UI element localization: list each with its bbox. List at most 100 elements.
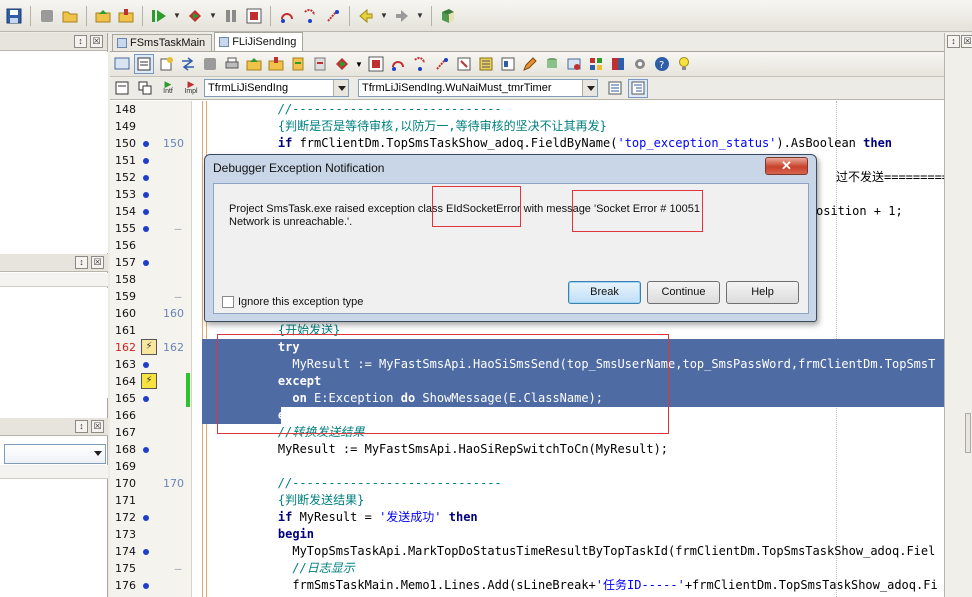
pin-icon[interactable]: ↕ bbox=[74, 35, 87, 48]
break-button[interactable]: Break bbox=[568, 281, 641, 304]
save-icon[interactable] bbox=[4, 6, 24, 26]
component-icon[interactable] bbox=[476, 54, 496, 74]
run-to-cursor-small-icon[interactable] bbox=[432, 54, 452, 74]
stop-small-icon[interactable] bbox=[366, 54, 386, 74]
back-icon[interactable] bbox=[356, 6, 376, 26]
pin-icon[interactable]: ↕ bbox=[75, 420, 88, 433]
chevron-down-icon[interactable] bbox=[582, 80, 597, 96]
stop-icon[interactable] bbox=[244, 6, 264, 26]
chevron-down-icon[interactable] bbox=[333, 80, 348, 96]
tree-view-icon[interactable] bbox=[628, 78, 648, 98]
open-folder-icon[interactable] bbox=[60, 6, 80, 26]
close-button[interactable]: ✕ bbox=[765, 157, 808, 175]
code-line[interactable]: 173 begin bbox=[110, 526, 944, 543]
code-line[interactable]: 175 – //日志显示 bbox=[110, 560, 944, 577]
tab-flijisending[interactable]: FLiJiSendIng bbox=[214, 32, 304, 51]
open-file-icon[interactable] bbox=[244, 54, 264, 74]
gear-icon[interactable] bbox=[630, 54, 650, 74]
executable-line-dot-icon[interactable] bbox=[143, 209, 149, 215]
view-form-icon[interactable] bbox=[112, 54, 132, 74]
toggle-form-unit-icon[interactable] bbox=[178, 54, 198, 74]
pause-icon[interactable] bbox=[221, 6, 241, 26]
executable-line-dot-icon[interactable] bbox=[143, 260, 149, 266]
db-icon[interactable] bbox=[542, 54, 562, 74]
interface-button[interactable]: ▶ Intf bbox=[158, 79, 178, 98]
close-panel-icon[interactable]: ☒ bbox=[961, 35, 972, 48]
continue-button[interactable]: Continue bbox=[647, 281, 720, 304]
code-line[interactable]: 172 if MyResult = '发送成功' then bbox=[110, 509, 944, 526]
run-dropdown-icon[interactable]: ▼ bbox=[172, 11, 182, 20]
code-line[interactable]: 149 {判断是否是等待审核,以防万一,等待审核的坚决不让其再发} bbox=[110, 118, 944, 135]
class-select[interactable]: TfrmLiJiSendIng bbox=[204, 79, 349, 97]
build-dropdown-icon[interactable]: ▼ bbox=[208, 11, 218, 20]
toggle-view-icon[interactable] bbox=[135, 79, 155, 98]
inspector-view[interactable] bbox=[0, 288, 108, 398]
forward-dropdown-icon[interactable]: ▼ bbox=[415, 11, 425, 20]
method-select[interactable]: TfrmLiJiSendIng.WuNaiMust_tmrTimer bbox=[358, 79, 598, 97]
executable-line-dot-icon[interactable] bbox=[143, 583, 149, 589]
run-small-icon[interactable] bbox=[332, 54, 352, 74]
code-line[interactable]: 150 150 if frmClientDm.TopSmsTaskShow_ado… bbox=[110, 135, 944, 152]
align-icon[interactable] bbox=[498, 54, 518, 74]
executable-line-dot-icon[interactable] bbox=[143, 141, 149, 147]
executable-line-dot-icon[interactable] bbox=[143, 192, 149, 198]
help-button[interactable]: Help bbox=[726, 281, 799, 304]
open-unit-icon[interactable] bbox=[266, 54, 286, 74]
edit-icon[interactable] bbox=[520, 54, 540, 74]
back-dropdown-icon[interactable]: ▼ bbox=[379, 11, 389, 20]
open-project-icon[interactable] bbox=[93, 6, 113, 26]
new-unit-icon[interactable] bbox=[156, 54, 176, 74]
executable-line-dot-icon[interactable] bbox=[143, 226, 149, 232]
remove-from-project-icon[interactable] bbox=[310, 54, 330, 74]
code-line[interactable]: 169 bbox=[110, 458, 944, 475]
step-over-small-icon[interactable] bbox=[388, 54, 408, 74]
save-all-icon[interactable] bbox=[37, 6, 57, 26]
code-line[interactable]: 171 {判断发送结果} bbox=[110, 492, 944, 509]
executable-line-dot-icon[interactable] bbox=[143, 515, 149, 521]
pin-icon[interactable]: ↕ bbox=[75, 256, 88, 269]
palette-icon[interactable] bbox=[586, 54, 606, 74]
close-panel-icon[interactable]: ☒ bbox=[91, 256, 104, 269]
hint-bulb-icon[interactable] bbox=[674, 54, 694, 74]
code-line[interactable]: 176 frmSmsTaskMain.Memo1.Lines.Add(sLine… bbox=[110, 577, 944, 594]
save-gray-icon[interactable] bbox=[200, 54, 220, 74]
trace-into-icon[interactable] bbox=[300, 6, 320, 26]
executable-line-dot-icon[interactable] bbox=[143, 158, 149, 164]
add-file-icon[interactable] bbox=[116, 6, 136, 26]
list-view-icon[interactable] bbox=[605, 79, 625, 98]
close-panel-icon[interactable]: ☒ bbox=[90, 35, 103, 48]
ignore-exception-checkbox[interactable] bbox=[222, 296, 234, 308]
executable-line-dot-icon[interactable] bbox=[143, 362, 149, 368]
code-line[interactable]: 170 170 //----------------------------- bbox=[110, 475, 944, 492]
structure-view[interactable] bbox=[0, 52, 108, 253]
toggle-code-icon[interactable] bbox=[134, 54, 154, 74]
tab-fsmstaskmain[interactable]: FSmsTaskMain bbox=[112, 34, 213, 51]
pin-icon[interactable]: ↕ bbox=[947, 35, 960, 48]
scrollbar-thumb[interactable] bbox=[965, 413, 971, 453]
forward-icon[interactable] bbox=[392, 6, 412, 26]
palette-category-select[interactable] bbox=[4, 444, 106, 464]
chevron-down-icon[interactable]: ▼ bbox=[354, 54, 364, 74]
help-icon[interactable]: ? bbox=[652, 54, 672, 74]
run-icon[interactable] bbox=[149, 6, 169, 26]
code-line[interactable]: 148 //----------------------------- bbox=[110, 101, 944, 118]
executable-line-dot-icon[interactable] bbox=[143, 549, 149, 555]
close-panel-icon[interactable]: ☒ bbox=[91, 420, 104, 433]
code-line[interactable]: 174 MyTopSmsTaskApi.MarkTopDoStatusTimeR… bbox=[110, 543, 944, 560]
code-line[interactable]: 168 MyResult := MyFastSmsApi.HaoSiRepSwi… bbox=[110, 441, 944, 458]
executable-line-dot-icon[interactable] bbox=[143, 396, 149, 402]
implementation-button[interactable]: ▶ Impl bbox=[181, 79, 201, 98]
help-book-icon[interactable] bbox=[438, 6, 458, 26]
run-to-cursor-icon[interactable] bbox=[323, 6, 343, 26]
book-icon[interactable] bbox=[608, 54, 628, 74]
debug-windows-icon[interactable] bbox=[564, 54, 584, 74]
form-designer-icon[interactable] bbox=[112, 79, 132, 98]
step-over-icon[interactable] bbox=[277, 6, 297, 26]
print-icon[interactable] bbox=[222, 54, 242, 74]
trace-to-next-icon[interactable] bbox=[454, 54, 474, 74]
add-to-project-icon[interactable] bbox=[288, 54, 308, 74]
executable-line-dot-icon[interactable] bbox=[143, 175, 149, 181]
build-icon[interactable] bbox=[185, 6, 205, 26]
executable-line-dot-icon[interactable] bbox=[143, 447, 149, 453]
trace-into-small-icon[interactable] bbox=[410, 54, 430, 74]
